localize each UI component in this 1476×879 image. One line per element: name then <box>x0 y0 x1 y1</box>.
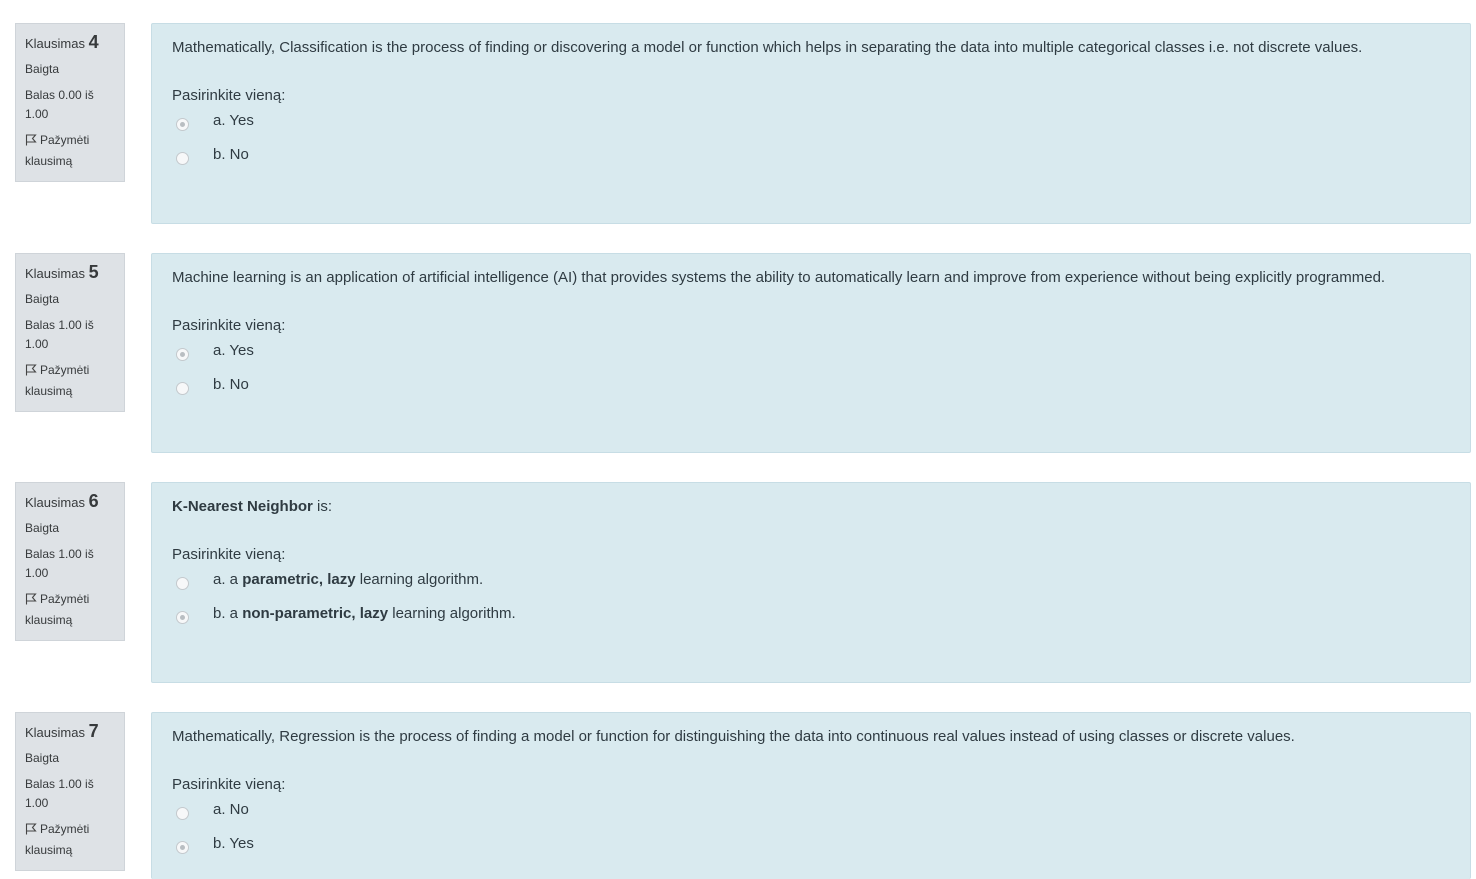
radio-button[interactable] <box>176 118 189 131</box>
answer-prompt: Pasirinkite vieną: <box>172 317 286 334</box>
flag-icon <box>25 822 37 841</box>
question-info: Klausimas 7 Baigta Balas 1.00 iš 1.00 Paž… <box>15 712 125 871</box>
answer-label: a. Yes <box>213 112 254 129</box>
question-number: 7 <box>88 721 99 741</box>
radio-button[interactable] <box>176 382 189 395</box>
question-content: Mathematically, Regression is the proces… <box>151 712 1471 879</box>
question-text: Mathematically, Regression is the proces… <box>172 728 1295 745</box>
question-label: Klausimas <box>25 266 85 281</box>
question-state: Baigta <box>25 521 60 535</box>
radio-button[interactable] <box>176 841 189 854</box>
question-text-rest: is: <box>312 498 333 515</box>
answer-label: b. a non-parametric, lazy learning algor… <box>213 605 516 622</box>
question-score: Balas 1.00 iš 1.00 <box>25 547 94 580</box>
flag-question-link[interactable]: Pažymėti klausimą <box>25 590 116 630</box>
radio-button[interactable] <box>176 611 189 624</box>
flag-question-link[interactable]: Pažymėti klausimą <box>25 820 116 860</box>
question-label: Klausimas <box>25 495 85 510</box>
answer-label: b. Yes <box>213 835 254 852</box>
question-info: Klausimas 5 Baigta Balas 1.00 iš 1.00 Paž… <box>15 253 125 412</box>
answer-option[interactable]: a. Yes <box>172 342 1450 381</box>
flag-question-link[interactable]: Pažymėti klausimą <box>25 131 116 171</box>
question-label: Klausimas <box>25 36 85 51</box>
answer-prompt: Pasirinkite vieną: <box>172 87 286 104</box>
flag-icon <box>25 363 37 382</box>
answer-label: b. No <box>213 146 249 163</box>
question-label: Klausimas <box>25 725 85 740</box>
answer-prompt: Pasirinkite vieną: <box>172 546 286 563</box>
question-text: Machine learning is an application of ar… <box>172 269 1386 286</box>
question-content: K-Nearest Neighbor is: Pasirinkite vieną… <box>151 482 1471 683</box>
answer-option[interactable]: b. a non-parametric, lazy learning algor… <box>172 605 1450 644</box>
question-content: Mathematically, Classification is the pr… <box>151 23 1471 224</box>
radio-button[interactable] <box>176 577 189 590</box>
radio-button[interactable] <box>176 807 189 820</box>
answer-option[interactable]: b. No <box>172 376 1450 415</box>
question-score: Balas 1.00 iš 1.00 <box>25 318 94 351</box>
question-text: Mathematically, Classification is the pr… <box>172 39 1363 56</box>
answer-label: a. a parametric, lazy learning algorithm… <box>213 571 484 588</box>
question-state: Baigta <box>25 62 60 76</box>
question-info: Klausimas 6 Baigta Balas 1.00 iš 1.00 Paž… <box>15 482 125 641</box>
question-state: Baigta <box>25 751 60 765</box>
answer-label: b. No <box>213 376 249 393</box>
answer-option[interactable]: b. No <box>172 146 1450 185</box>
question-number: 6 <box>88 491 99 511</box>
answer-option[interactable]: b. Yes <box>172 835 1450 874</box>
question-content: Machine learning is an application of ar… <box>151 253 1471 453</box>
flag-icon <box>25 592 37 611</box>
answer-option[interactable]: a. No <box>172 801 1450 840</box>
answer-label: a. No <box>213 801 249 818</box>
answer-option[interactable]: a. Yes <box>172 112 1450 151</box>
flag-icon <box>25 133 37 152</box>
question-score: Balas 1.00 iš 1.00 <box>25 777 94 810</box>
question-number: 4 <box>88 32 99 52</box>
radio-button[interactable] <box>176 152 189 165</box>
question-score: Balas 0.00 iš 1.00 <box>25 88 94 121</box>
question-number: 5 <box>88 262 99 282</box>
answer-label: a. Yes <box>213 342 254 359</box>
question-text: K-Nearest Neighbor is: <box>172 495 1450 519</box>
question-info: Klausimas 4 Baigta Balas 0.00 iš 1.00 Paž… <box>15 23 125 182</box>
radio-button[interactable] <box>176 348 189 361</box>
flag-question-link[interactable]: Pažymėti klausimą <box>25 361 116 401</box>
question-state: Baigta <box>25 292 60 306</box>
question-text-bold: K-Nearest Neighbor <box>172 498 313 515</box>
answer-prompt: Pasirinkite vieną: <box>172 776 286 793</box>
